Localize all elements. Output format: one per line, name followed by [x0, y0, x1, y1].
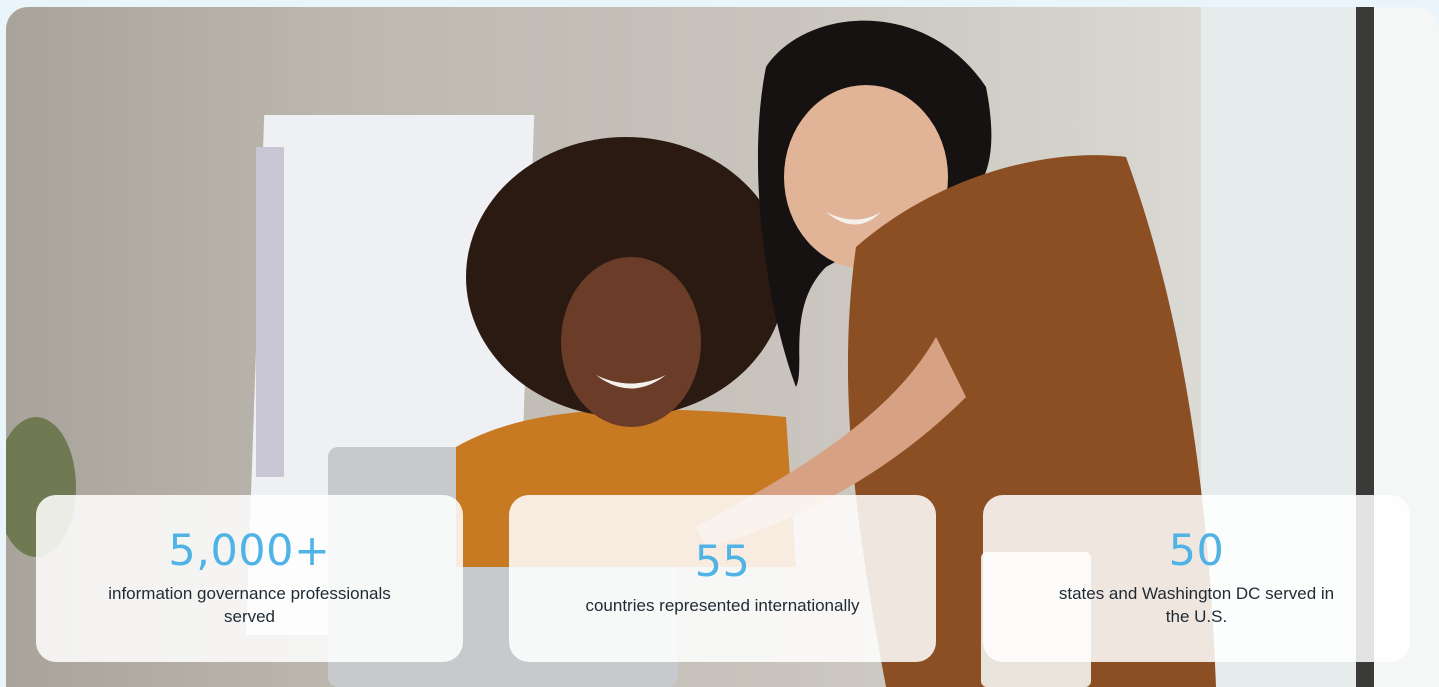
stat-label: countries represented internationally: [585, 595, 860, 615]
stat-card-professionals: 5,000+ information governance profession…: [36, 495, 463, 662]
stat-value: 55: [694, 537, 751, 588]
stat-label: states and Washington DC served in the U…: [1058, 584, 1335, 627]
stat-value: 50: [1168, 525, 1225, 576]
stat-value: 5,000+: [168, 525, 331, 576]
hero-section: 5,000+ information governance profession…: [6, 7, 1439, 687]
stat-card-states: 50 states and Washington DC served in th…: [983, 495, 1410, 662]
stat-label: information governance professionals ser…: [108, 584, 391, 627]
stat-card-countries: 55 countries represented internationally: [509, 495, 936, 662]
